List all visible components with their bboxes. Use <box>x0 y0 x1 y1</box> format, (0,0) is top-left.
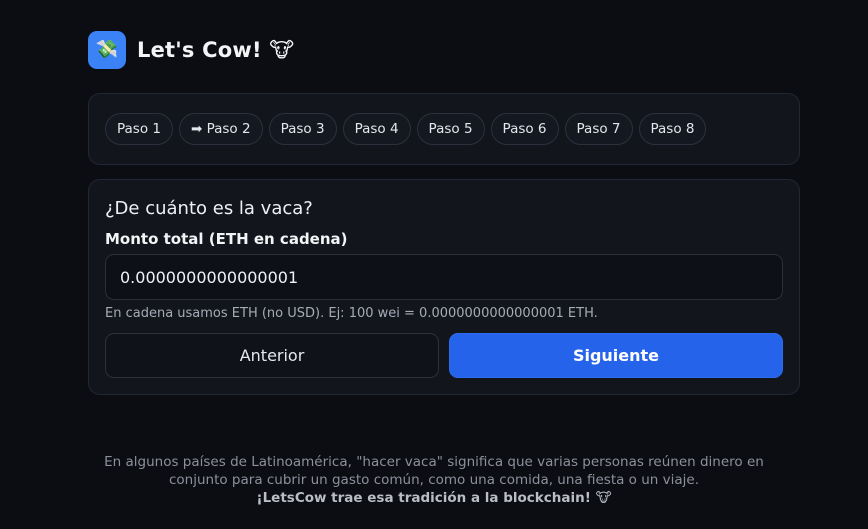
step-pill-2[interactable]: ➡ Paso 2 <box>178 113 263 145</box>
step-pill-1[interactable]: Paso 1 <box>105 113 173 145</box>
next-button[interactable]: Siguiente <box>449 333 783 378</box>
app-header: 💸 Let's Cow! 🐮 <box>88 31 294 69</box>
previous-button[interactable]: Anterior <box>105 333 439 378</box>
step-pill-7[interactable]: Paso 7 <box>564 113 633 145</box>
amount-form-card: ¿De cuánto es la vaca? Monto total (ETH … <box>88 179 800 395</box>
app-title: Let's Cow! 🐮 <box>137 38 295 62</box>
step-pill-8[interactable]: Paso 8 <box>638 113 707 145</box>
footer-tagline: ¡LetsCow trae esa tradición a la blockch… <box>256 490 612 506</box>
step-pill-3[interactable]: Paso 3 <box>268 113 337 145</box>
amount-input[interactable] <box>105 254 783 300</box>
footer: En algunos países de Latinoamérica, "hac… <box>0 453 868 507</box>
step-pill-4[interactable]: Paso 4 <box>342 113 411 145</box>
money-icon: 💸 <box>88 31 126 69</box>
app-page: 💸 Let's Cow! 🐮 Paso 1 ➡ Paso 2 Paso 3 Pa… <box>0 0 868 529</box>
step-pill-6[interactable]: Paso 6 <box>490 113 559 145</box>
amount-hint: En cadena usamos ETH (no USD). Ej: 100 w… <box>105 306 598 321</box>
step-pill-5[interactable]: Paso 5 <box>416 113 485 145</box>
footer-line-1: En algunos países de Latinoamérica, "hac… <box>104 454 764 470</box>
amount-label: Monto total (ETH en cadena) <box>105 230 348 248</box>
footer-line-2: conjunto para cubrir un gasto común, com… <box>168 472 699 488</box>
form-heading: ¿De cuánto es la vaca? <box>105 198 313 219</box>
step-navigation: Paso 1 ➡ Paso 2 Paso 3 Paso 4 Paso 5 Pas… <box>88 93 800 165</box>
